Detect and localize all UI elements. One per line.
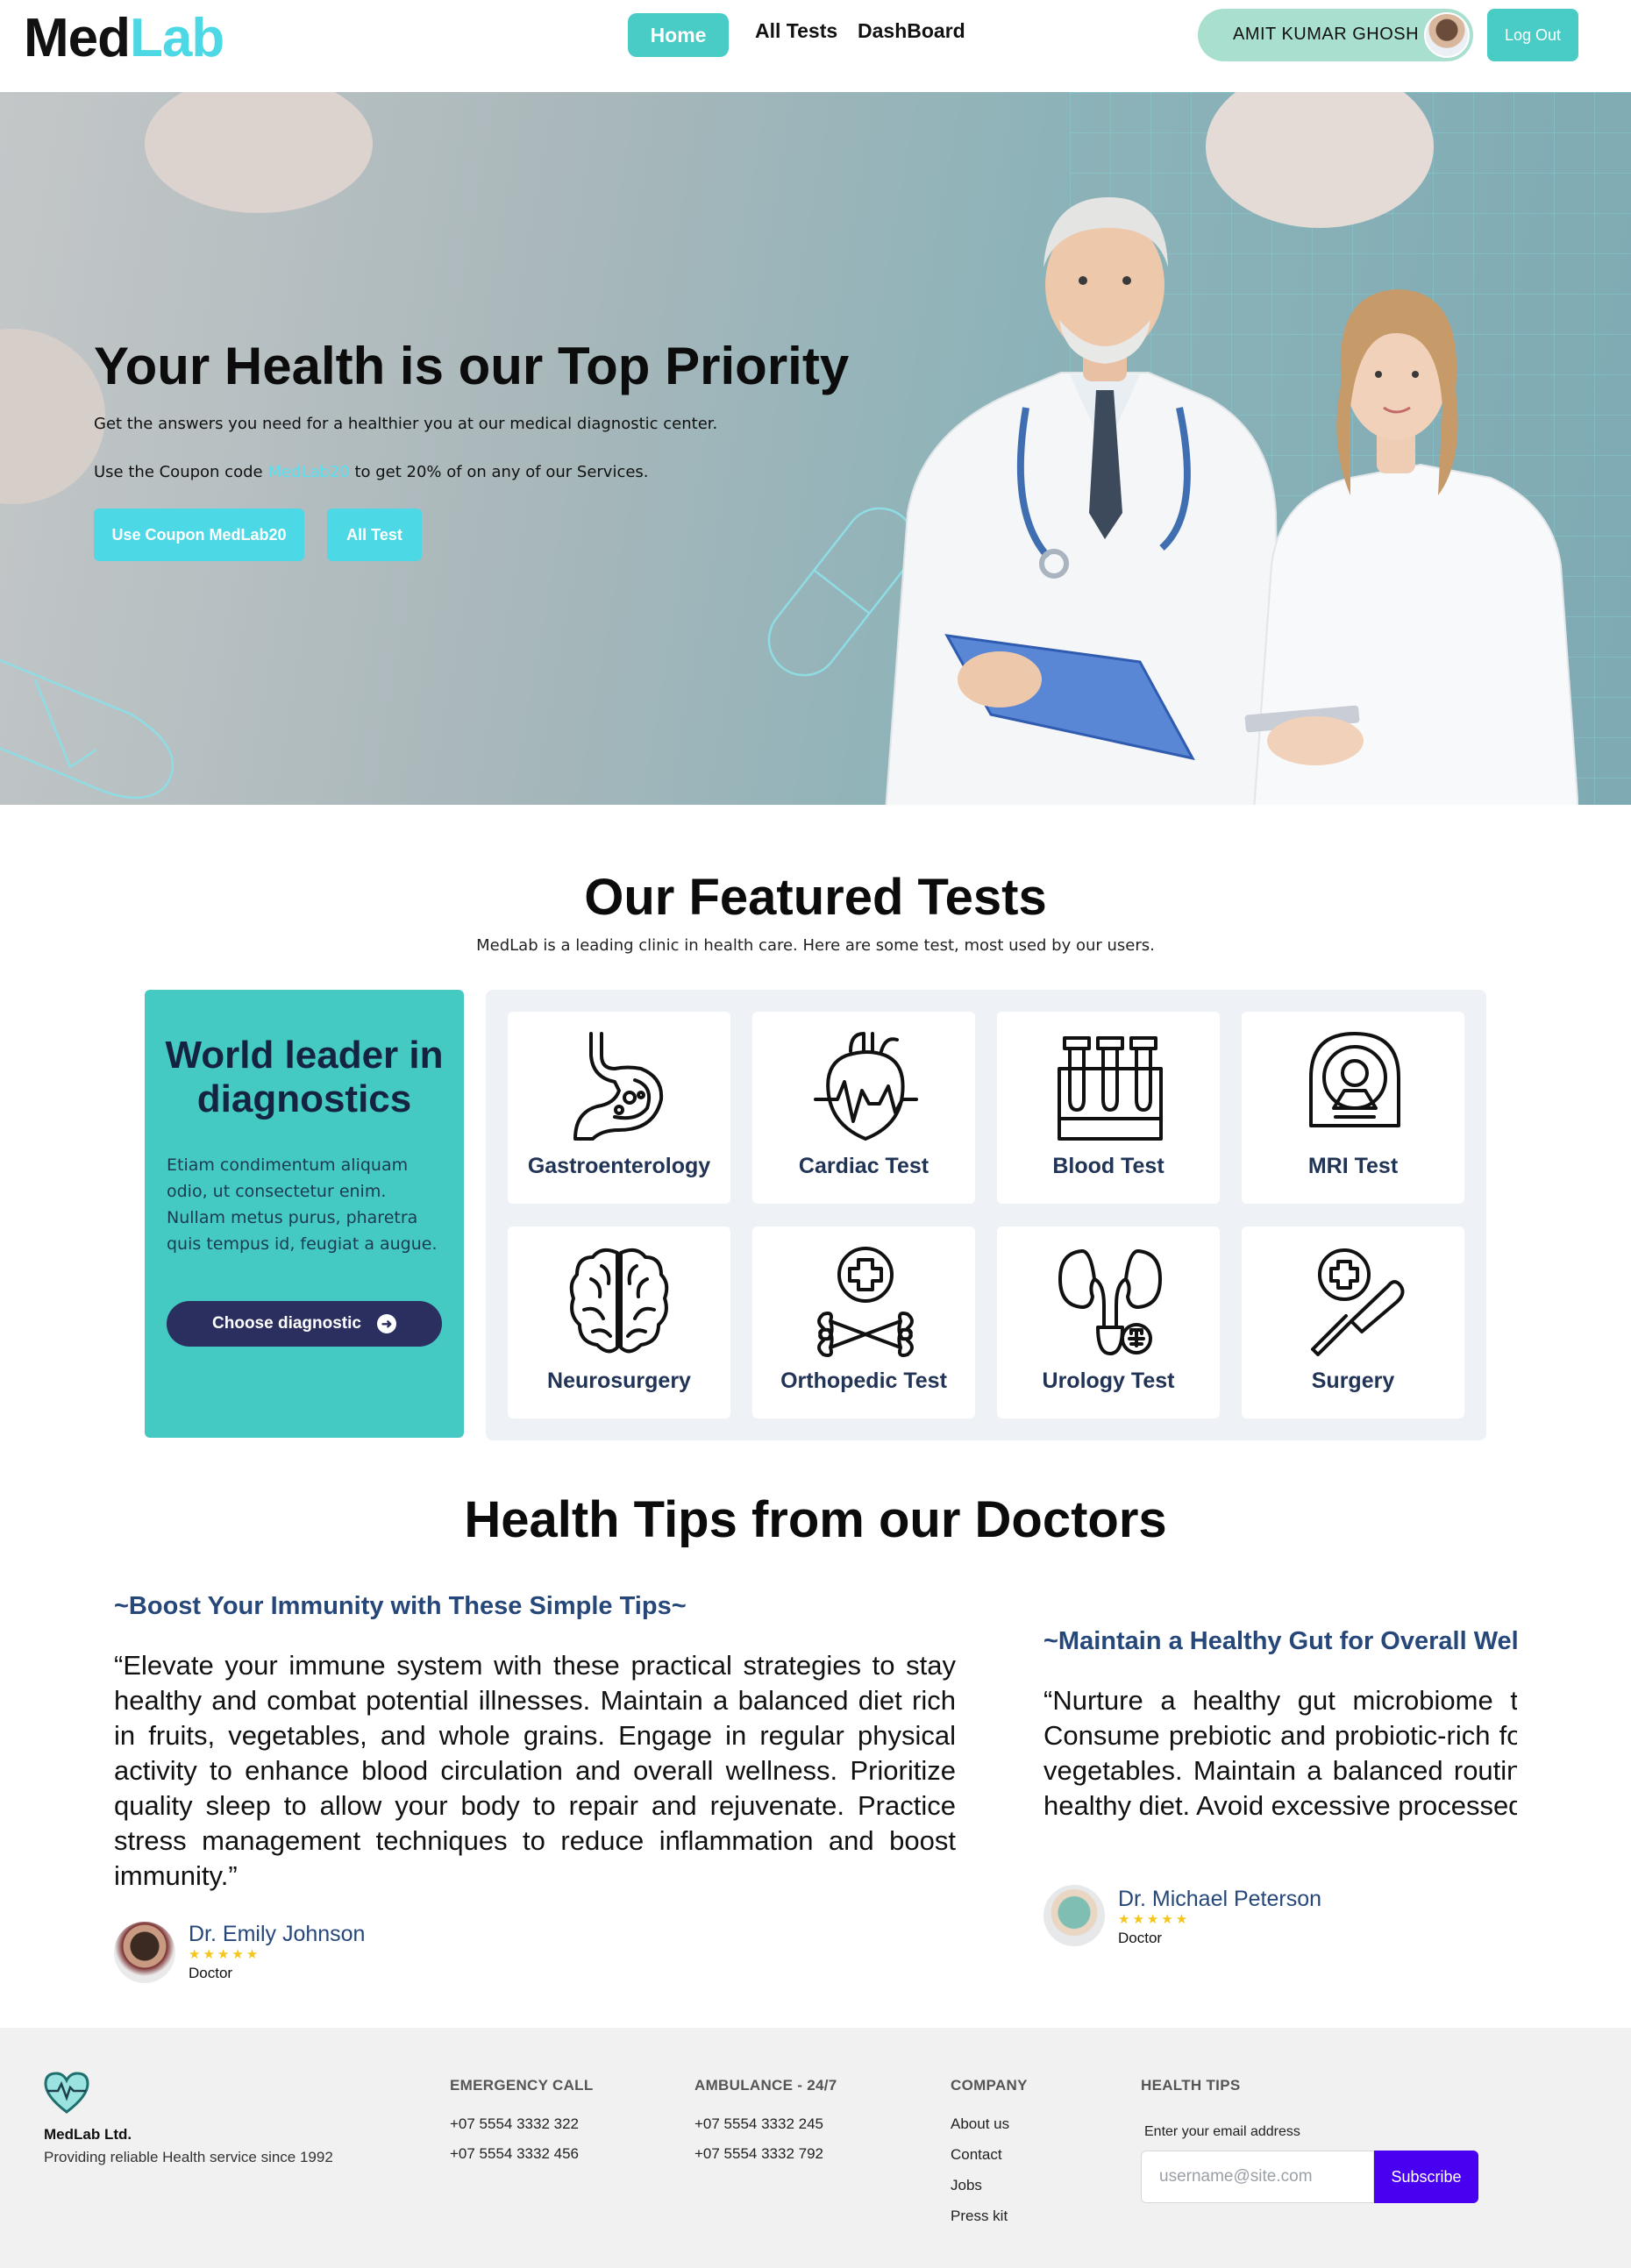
- brain-icon: [569, 1248, 669, 1354]
- hero-banner: Your Health is our Top Priority Get the …: [0, 92, 1631, 805]
- rating-stars: ★★★★★: [1118, 1911, 1191, 1927]
- logo-lab: Lab: [130, 8, 224, 68]
- test-label: Blood Test: [1052, 1154, 1164, 1178]
- arrow-right-icon: ➜: [376, 1314, 396, 1333]
- test-tubes-icon: [1058, 1036, 1163, 1141]
- kidney-icon: [1058, 1249, 1162, 1355]
- emergency-phone-link[interactable]: +07 5554 3332 456: [450, 2145, 579, 2163]
- test-card-mri[interactable]: MRI Test: [1242, 1012, 1464, 1204]
- test-card-urology[interactable]: Urology Test: [997, 1226, 1220, 1418]
- test-card-gastroenterology[interactable]: Gastroenterology: [508, 1012, 730, 1204]
- footer-tagline: Providing reliable Health service since …: [44, 2149, 333, 2165]
- logo-med: Med: [24, 8, 131, 68]
- decor-blob: [145, 92, 373, 213]
- footer-link-about[interactable]: About us: [951, 2115, 1009, 2133]
- test-label: Orthopedic Test: [780, 1369, 947, 1393]
- footer-company-heading: COMPANY: [951, 2077, 1028, 2094]
- user-avatar: [1424, 12, 1470, 58]
- author-name: Dr. Emily Johnson: [189, 1922, 366, 1946]
- footer: MedLab Ltd. Providing reliable Health se…: [0, 2028, 1631, 2268]
- hero-subtitle: Get the answers you need for a healthier…: [94, 415, 718, 433]
- coupon-code: MedLab20: [267, 463, 350, 481]
- coupon-prefix: Use the Coupon code: [94, 463, 268, 481]
- decor-blob: [0, 329, 105, 504]
- footer-brand: MedLab Ltd.: [44, 2126, 132, 2143]
- tip-body: “Elevate your immune system with these p…: [114, 1650, 956, 1891]
- nav-all-tests-link[interactable]: All Tests: [755, 19, 837, 43]
- hero-title: Your Health is our Top Priority: [94, 337, 850, 395]
- logo[interactable]: MedLab: [24, 5, 224, 72]
- tip-title: ~Boost Your Immunity with These Simple T…: [114, 1592, 687, 1620]
- featured-subtitle: MedLab is a leading clinic in health car…: [476, 936, 1155, 955]
- navbar: MedLab Home All Tests DashBoard AMIT KUM…: [0, 0, 1631, 92]
- mri-scanner-icon: [1309, 1032, 1400, 1127]
- nav-dashboard-link[interactable]: DashBoard: [858, 19, 965, 43]
- user-name: AMIT KUMAR GHOSH: [1233, 25, 1420, 44]
- footer-ambulance-heading: AMBULANCE - 24/7: [694, 2077, 837, 2094]
- tips-title: Health Tips from our Doctors: [464, 1491, 1167, 1548]
- scalpel-icon: [1311, 1248, 1405, 1356]
- tests-grid: Gastroenterology Cardiac Test Blood Test…: [486, 990, 1486, 1440]
- world-leader-title: World leader in diagnostics: [165, 1034, 444, 1120]
- footer-link-press-kit[interactable]: Press kit: [951, 2208, 1008, 2225]
- test-label: Gastroenterology: [527, 1154, 711, 1178]
- test-label: Cardiac Test: [798, 1154, 929, 1178]
- emergency-phone-link[interactable]: +07 5554 3332 322: [450, 2115, 579, 2133]
- footer-emergency-heading: EMERGENCY CALL: [450, 2077, 594, 2094]
- email-input[interactable]: [1141, 2151, 1374, 2203]
- heart-icon: [814, 1032, 918, 1141]
- test-card-neurosurgery[interactable]: Neurosurgery: [508, 1226, 730, 1418]
- email-label: Enter your email address: [1144, 2124, 1300, 2139]
- test-label: Neurosurgery: [547, 1369, 691, 1393]
- ambulance-phone-link[interactable]: +07 5554 3332 792: [694, 2145, 823, 2163]
- ambulance-phone-link[interactable]: +07 5554 3332 245: [694, 2115, 823, 2133]
- rating-stars: ★★★★★: [189, 1946, 261, 1962]
- test-card-blood[interactable]: Blood Test: [997, 1012, 1220, 1204]
- user-profile-pill[interactable]: AMIT KUMAR GHOSH: [1198, 9, 1473, 61]
- subscribe-button[interactable]: Subscribe: [1374, 2151, 1478, 2203]
- author-name: Dr. Michael Peterson: [1118, 1887, 1322, 1911]
- bone-icon: [817, 1247, 914, 1357]
- footer-link-contact[interactable]: Contact: [951, 2146, 1002, 2164]
- test-card-cardiac[interactable]: Cardiac Test: [752, 1012, 975, 1204]
- footer-health-tips-heading: HEALTH TIPS: [1141, 2077, 1241, 2094]
- world-leader-text: Etiam condimentum aliquam odio, ut conse…: [167, 1155, 438, 1254]
- test-label: Urology Test: [1042, 1369, 1175, 1393]
- footer-link-jobs[interactable]: Jobs: [951, 2177, 982, 2194]
- choose-diagnostic-button[interactable]: Choose diagnostic ➜: [167, 1301, 442, 1347]
- tip-title: ~Maintain a Healthy Gut for Overall Well…: [1043, 1627, 1517, 1655]
- nav-home-button[interactable]: Home: [628, 13, 729, 57]
- test-label: Surgery: [1311, 1369, 1395, 1393]
- coupon-suffix: to get 20% of on any of our Services.: [349, 463, 649, 481]
- pill-outline-icon: [0, 658, 174, 800]
- heartbeat-logo-icon: [44, 2072, 89, 2114]
- use-coupon-button[interactable]: Use Coupon MedLab20: [94, 508, 304, 561]
- test-card-orthopedic[interactable]: Orthopedic Test: [752, 1226, 975, 1418]
- tip-body: “Nurture a healthy gut microbiome to sup…: [1043, 1685, 1517, 1821]
- hero-coupon-text: Use the Coupon code MedLab20 to get 20% …: [94, 463, 649, 481]
- stomach-icon: [573, 1032, 664, 1141]
- world-leader-card: World leader in diagnostics Etiam condim…: [145, 990, 464, 1438]
- author-avatar: [1043, 1885, 1105, 1946]
- author-role: Doctor: [1118, 1930, 1163, 1946]
- logout-button[interactable]: Log Out: [1487, 9, 1578, 61]
- featured-title: Our Featured Tests: [584, 869, 1047, 926]
- author-role: Doctor: [189, 1965, 233, 1981]
- test-card-surgery[interactable]: Surgery: [1242, 1226, 1464, 1418]
- author-avatar: [114, 1922, 175, 1983]
- test-label: MRI Test: [1307, 1154, 1399, 1178]
- choose-diagnostic-label: Choose diagnostic: [212, 1314, 361, 1333]
- all-test-button[interactable]: All Test: [327, 508, 422, 561]
- doctors-photo: [885, 197, 1578, 805]
